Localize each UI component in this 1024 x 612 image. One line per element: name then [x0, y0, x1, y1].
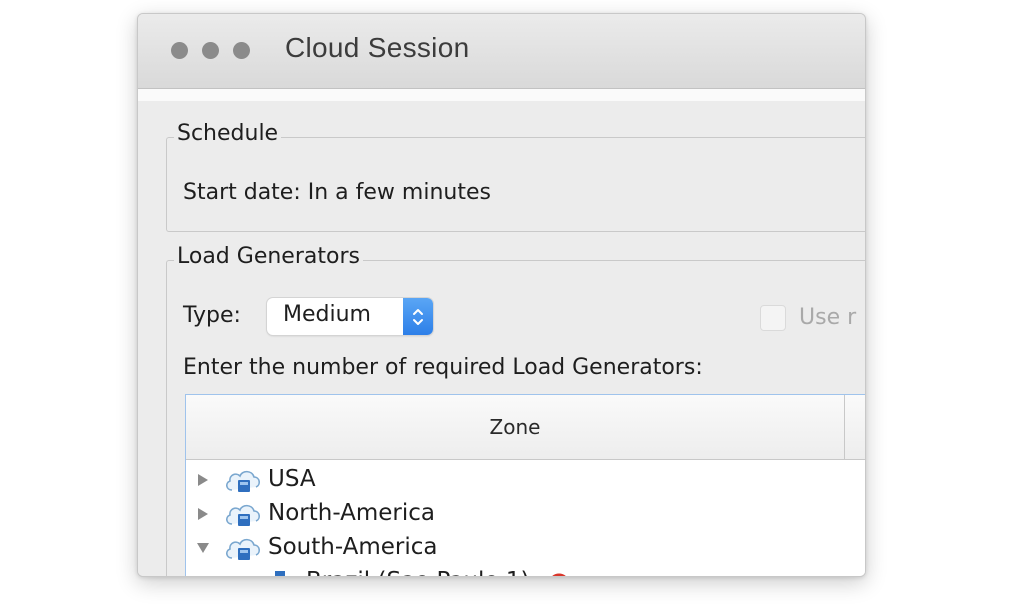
- load-generators-legend: Load Generators: [174, 244, 363, 269]
- cloud-icon: [226, 538, 260, 560]
- tree-row[interactable]: Brazil (Sao Paulo 1): [186, 566, 865, 576]
- zone-label: North-America: [268, 500, 435, 526]
- cloud-icon: [226, 470, 260, 492]
- zoom-window-button[interactable]: [233, 42, 250, 59]
- stepper-arrows-icon[interactable]: [403, 298, 433, 335]
- disclosure-triangle-collapsed-icon[interactable]: [196, 473, 210, 487]
- start-date-text: Start date: In a few minutes: [183, 180, 491, 205]
- type-select-value: Medium: [283, 302, 371, 327]
- use-checkbox-label[interactable]: Use r: [799, 305, 856, 330]
- cloud-icon: [226, 504, 260, 526]
- column-header-filler: [845, 395, 865, 460]
- network-icon: [275, 571, 285, 576]
- minimize-window-button[interactable]: [202, 42, 219, 59]
- generators-count-instruction: Enter the number of required Load Genera…: [183, 355, 703, 380]
- dialog-content: Schedule Start date: In a few minutes Lo…: [138, 101, 865, 576]
- disclosure-triangle-collapsed-icon[interactable]: [196, 507, 210, 521]
- tree-row[interactable]: USA: [186, 464, 865, 496]
- load-generators-group: Load Generators Type: Medium Use r Enter…: [166, 244, 865, 576]
- use-checkbox[interactable]: [760, 305, 786, 331]
- window-title: Cloud Session: [285, 32, 470, 63]
- tree-row[interactable]: South-America: [186, 532, 865, 564]
- unavailable-icon: [552, 573, 566, 576]
- zone-column-header[interactable]: Zone: [186, 395, 845, 460]
- title-bar[interactable]: Cloud Session: [138, 14, 865, 89]
- close-window-button[interactable]: [171, 42, 188, 59]
- zones-table[interactable]: Zone USA North-America South-America: [185, 394, 865, 576]
- zone-label: USA: [268, 466, 316, 492]
- type-select[interactable]: Medium: [267, 298, 433, 335]
- type-label: Type:: [183, 303, 241, 328]
- zone-label: Brazil (Sao Paulo 1): [306, 568, 529, 576]
- schedule-legend: Schedule: [174, 121, 282, 146]
- schedule-group: Schedule Start date: In a few minutes: [166, 121, 865, 232]
- tree-row[interactable]: North-America: [186, 498, 865, 530]
- cloud-session-window: Cloud Session Schedule Start date: In a …: [137, 13, 866, 577]
- toolbar-strip: [138, 89, 865, 101]
- zone-label: South-America: [268, 534, 438, 560]
- disclosure-triangle-expanded-icon[interactable]: [196, 541, 210, 555]
